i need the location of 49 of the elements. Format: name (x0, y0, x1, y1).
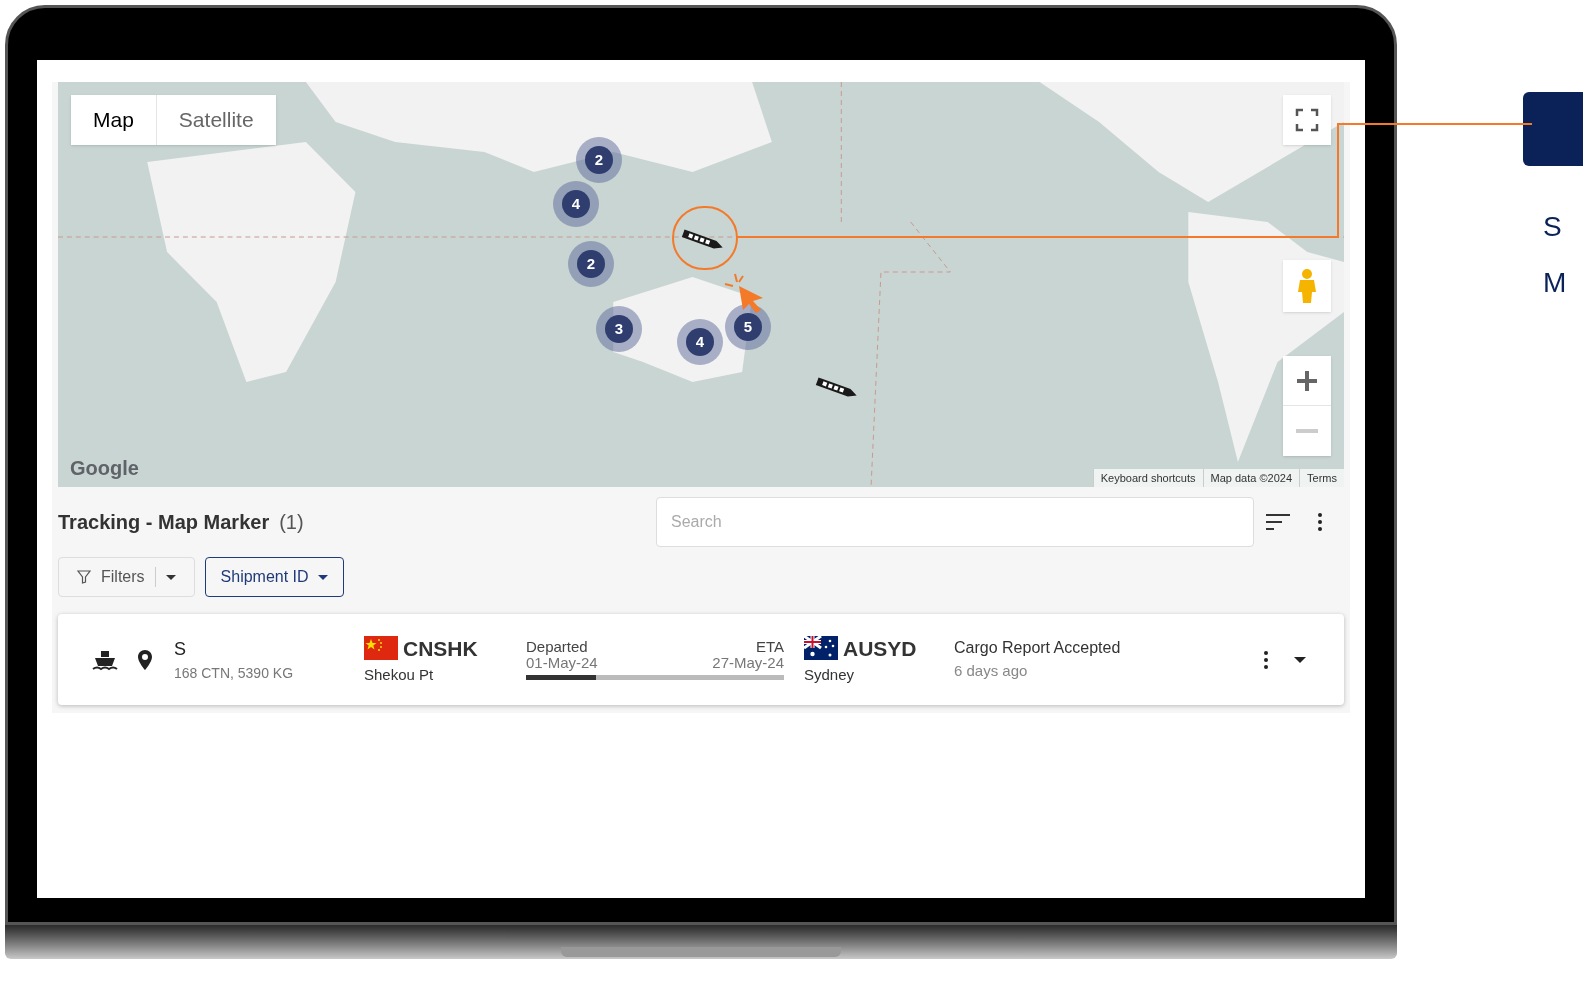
cluster-marker[interactable]: 2 (568, 241, 614, 287)
attribution-link[interactable]: Map data ©2024 (1202, 468, 1300, 487)
group-by-dropdown[interactable]: Shipment ID (204, 557, 344, 597)
caret-icon (1294, 656, 1306, 663)
port-name: Shekou Pt (364, 665, 435, 685)
attribution-link[interactable]: Keyboard shortcuts (1092, 468, 1203, 487)
status-time: 6 days ago (954, 661, 1029, 682)
map-logo: Google (70, 456, 139, 481)
minus-icon (1296, 429, 1318, 433)
port-name: Sydney (804, 665, 856, 685)
filter-icon (77, 570, 91, 584)
sort-icon (1266, 514, 1290, 530)
shipment-status: Cargo Report Accepted (954, 638, 1122, 659)
caret-icon (317, 574, 328, 580)
highlight-ring (672, 206, 738, 270)
cluster-marker[interactable]: 5 (725, 304, 771, 350)
caret-icon (165, 574, 176, 580)
callout-text: S (1543, 210, 1563, 244)
attribution-link[interactable]: Terms (1299, 468, 1344, 487)
person-icon (1296, 268, 1318, 304)
eta-date: 27-May-24 (712, 655, 784, 671)
cluster-marker[interactable]: 2 (576, 137, 622, 183)
list-title: Tracking - Map Marker (58, 510, 270, 535)
cluster-marker[interactable]: 4 (677, 319, 723, 365)
search-field[interactable]: Search (656, 497, 1254, 547)
fullscreen-button[interactable] (1283, 95, 1331, 145)
fullscreen-icon (1295, 108, 1319, 132)
eta-label: ETA (755, 639, 784, 655)
cluster-marker[interactable]: 4 (553, 181, 599, 227)
map-type-tab[interactable]: Satellite (155, 95, 276, 145)
filters-button[interactable]: Filters (58, 557, 195, 597)
shipment-card[interactable]: S 168 CTN, 5390 KG CNSHK Shekou Pt Departed ETA 01-May-24 27-May-24 AUSYD Sydney Cargo Report Accepted 6 days ago (58, 614, 1344, 705)
plus-icon (1296, 369, 1318, 392)
shipment-details: 168 CTN, 5390 KG (174, 663, 295, 683)
more-icon (1318, 513, 1322, 531)
cluster-marker[interactable]: 3 (596, 306, 642, 352)
port-code: AUSYD (843, 635, 917, 662)
shipment-name: S (174, 637, 187, 661)
port-code: CNSHK (403, 635, 478, 662)
departure-date: 01-May-24 (526, 655, 598, 671)
flag-icon (364, 636, 398, 661)
departure-label: Departed (526, 639, 588, 655)
flag-icon (804, 636, 838, 661)
map-type-tab[interactable]: Map (71, 95, 156, 145)
list-count: (1) (279, 510, 304, 535)
location-pin-icon (138, 649, 152, 670)
callout-text: M (1543, 266, 1568, 300)
more-icon (1264, 650, 1268, 669)
ship-icon (92, 648, 118, 671)
